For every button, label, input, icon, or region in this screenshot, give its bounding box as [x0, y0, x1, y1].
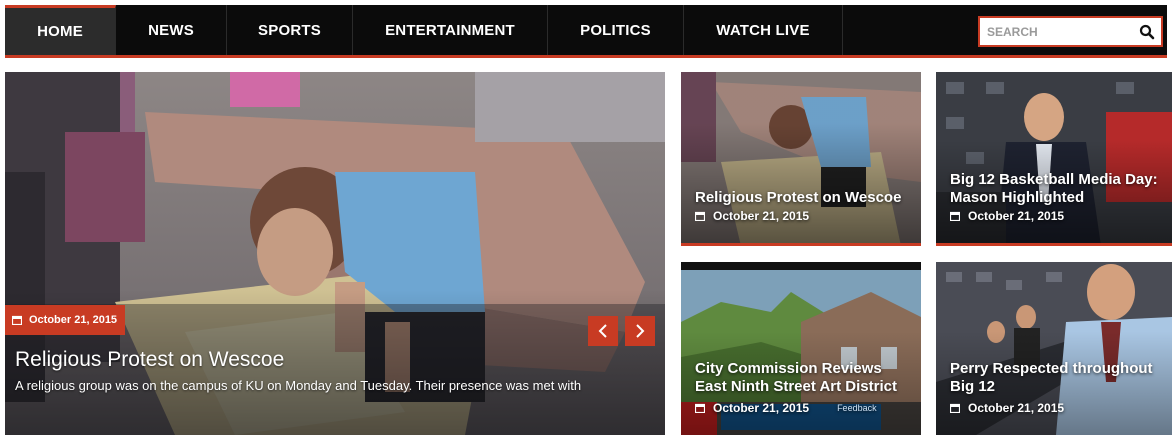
hero-excerpt: A religious group was on the campus of K… [15, 378, 582, 393]
calendar-icon [950, 211, 960, 221]
next-slide-button[interactable] [625, 316, 655, 346]
card-title[interactable]: Perry Respected throughout [950, 360, 1153, 378]
news-card[interactable]: City Commission Reviews East Ninth Stree… [681, 262, 921, 435]
card-date: October 21, 2015 [968, 401, 1065, 415]
news-card[interactable]: Religious Protest on Wescoe October 21, … [681, 72, 921, 246]
hero-date-tag: October 21, 2015 [5, 305, 125, 335]
calendar-icon [950, 403, 960, 413]
calendar-icon [695, 403, 705, 413]
card-title[interactable]: City Commission Reviews [695, 360, 897, 378]
nav-item-entertainment[interactable]: ENTERTAINMENT [353, 5, 548, 55]
nav-item-watch-live[interactable]: WATCH LIVE [684, 5, 843, 55]
nav-item-politics[interactable]: POLITICS [548, 5, 684, 55]
nav-item-home[interactable]: HOME [5, 5, 116, 55]
calendar-icon [695, 211, 705, 221]
card-date: October 21, 2015 [713, 209, 810, 223]
chevron-left-icon [598, 324, 607, 338]
card-date: October 21, 2015 [968, 209, 1065, 223]
card-date: October 21, 2015 [713, 401, 810, 415]
card-title[interactable]: Religious Protest on Wescoe [695, 189, 901, 207]
hero-slide[interactable]: October 21, 2015 Religious Protest on We… [5, 72, 665, 435]
card-title[interactable]: Mason Highlighted [950, 189, 1158, 207]
calendar-icon [12, 315, 22, 325]
card-title[interactable]: East Ninth Street Art District [695, 378, 897, 396]
search-input[interactable] [980, 18, 1130, 45]
news-card[interactable]: Perry Respected throughout Big 12 Octobe… [936, 262, 1172, 435]
prev-slide-button[interactable] [588, 316, 618, 346]
hero-date: October 21, 2015 [29, 314, 118, 326]
card-title[interactable]: Big 12 Basketball Media Day: [950, 171, 1158, 189]
search-box [978, 16, 1163, 47]
search-icon[interactable] [1139, 24, 1155, 40]
news-ticker-text: Feedback [837, 403, 877, 413]
card-title[interactable]: Big 12 [950, 378, 1153, 396]
chevron-right-icon [636, 324, 645, 338]
nav-item-sports[interactable]: SPORTS [227, 5, 353, 55]
nav-item-news[interactable]: NEWS [116, 5, 227, 55]
hero-title[interactable]: Religious Protest on Wescoe [15, 348, 284, 372]
news-card[interactable]: Big 12 Basketball Media Day: Mason Highl… [936, 72, 1172, 246]
main-navbar: HOME NEWS SPORTS ENTERTAINMENT POLITICS … [5, 5, 1167, 58]
